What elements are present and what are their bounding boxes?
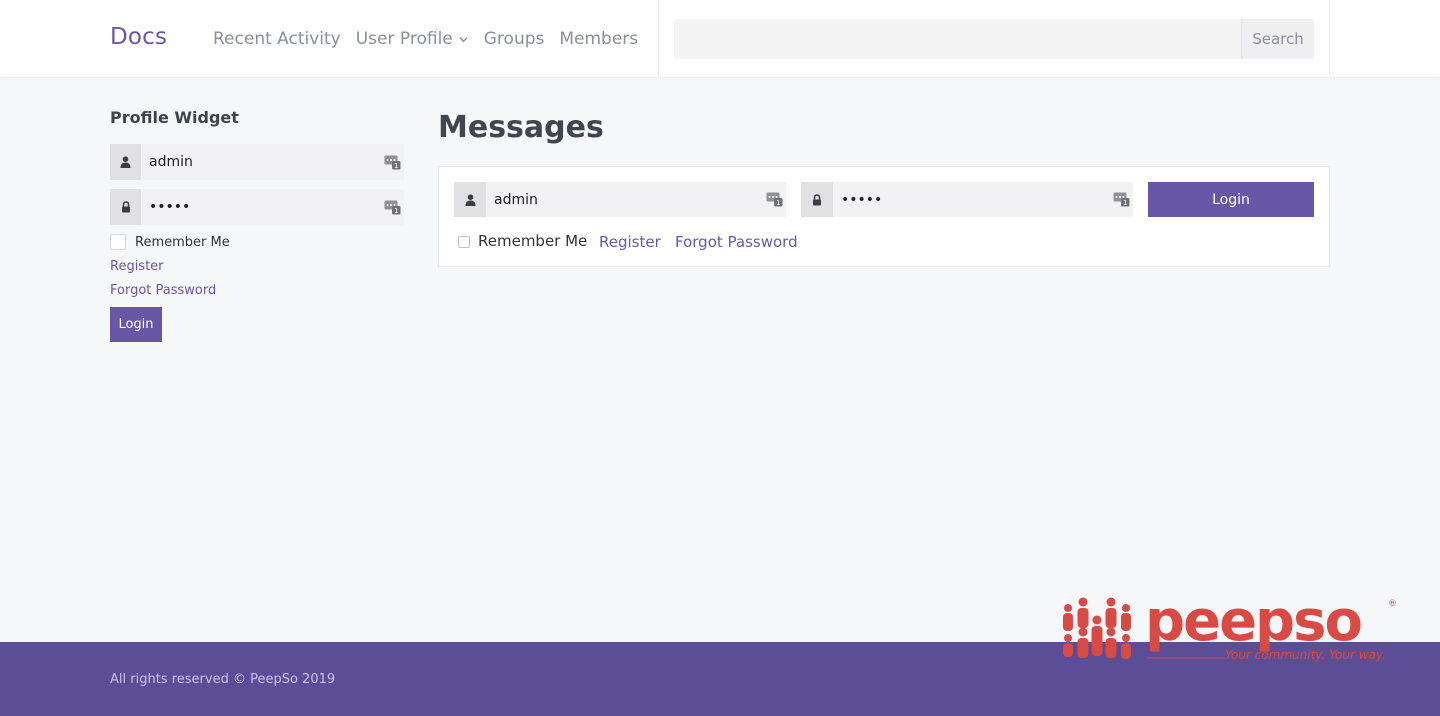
svg-text:1: 1 [776, 199, 780, 207]
main-remember-checkbox[interactable] [458, 236, 470, 248]
sidebar-remember-label: Remember Me [135, 235, 230, 250]
chevron-down-icon [459, 36, 468, 42]
sidebar-username-field[interactable]: admin 1 [110, 144, 404, 180]
main-username-field[interactable]: admin 1 [454, 182, 786, 217]
site-brand[interactable]: Docs [110, 24, 167, 50]
user-icon [454, 182, 486, 217]
password-manager-icon[interactable]: 1 [384, 155, 401, 170]
nav-members-label: Members [559, 29, 639, 49]
page-title: Messages [438, 110, 604, 145]
lock-icon [801, 182, 833, 217]
main-register-link[interactable]: Register [599, 233, 661, 251]
password-manager-icon[interactable]: 1 [384, 200, 401, 215]
svg-text:®: ® [1388, 599, 1397, 609]
nav-user-profile[interactable]: User Profile [356, 29, 469, 49]
main-username-value: admin [486, 182, 786, 217]
password-manager-icon[interactable]: 1 [766, 192, 783, 207]
main-login-button[interactable]: Login [1148, 182, 1314, 217]
main-password-field[interactable]: ••••• 1 [801, 182, 1133, 217]
sidebar-password-value: ••••• [141, 189, 404, 225]
sidebar-username-value: admin [141, 144, 404, 180]
sidebar-login-button[interactable]: Login [110, 307, 162, 342]
svg-text:1: 1 [1123, 199, 1127, 207]
svg-text:1: 1 [394, 162, 398, 170]
nav-groups[interactable]: Groups [484, 29, 545, 49]
profile-widget-title: Profile Widget [110, 108, 239, 127]
search-input[interactable] [674, 19, 1241, 59]
user-icon [110, 144, 141, 180]
main-nav: Recent Activity User Profile Groups Memb… [213, 29, 653, 49]
main-forgot-password-link[interactable]: Forgot Password [675, 233, 798, 251]
logo-wordmark: peepso [1145, 590, 1361, 654]
nav-recent-activity[interactable]: Recent Activity [213, 29, 341, 49]
password-manager-icon[interactable]: 1 [1113, 192, 1130, 207]
sidebar-password-field[interactable]: ••••• 1 [110, 189, 404, 225]
footer-copyright: All rights reserved © PeepSo 2019 [110, 672, 336, 687]
main-password-value: ••••• [833, 182, 1133, 217]
svg-text:1: 1 [394, 207, 398, 215]
lock-icon [110, 189, 141, 225]
top-header: Docs Recent Activity User Profile Groups… [0, 0, 1440, 77]
sidebar-remember-checkbox[interactable] [110, 234, 126, 250]
header-divider [1329, 0, 1330, 77]
main-remember-label: Remember Me [478, 232, 588, 250]
nav-groups-label: Groups [483, 29, 545, 49]
logo-tagline: Your community. Your way. [1225, 648, 1386, 662]
sidebar-register-link[interactable]: Register [110, 259, 164, 274]
search-button[interactable]: Search [1241, 19, 1314, 59]
header-divider [658, 0, 659, 77]
peepso-logo: peepso ® Your community. Your way. [1063, 590, 1397, 662]
nav-members[interactable]: Members [559, 29, 638, 49]
nav-user-profile-label: User Profile [355, 29, 453, 49]
sidebar-forgot-password-link[interactable]: Forgot Password [110, 283, 216, 298]
search-form: Search [674, 19, 1314, 59]
nav-recent-activity-label: Recent Activity [213, 29, 341, 49]
